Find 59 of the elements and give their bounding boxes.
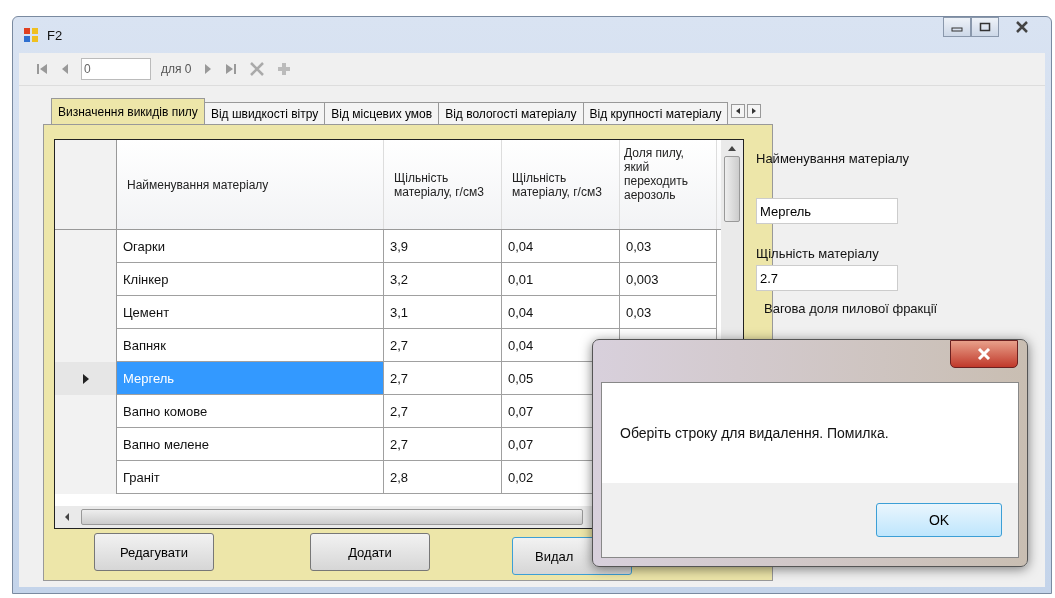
table-cell[interactable]: 3,9 bbox=[384, 230, 502, 263]
table-cell[interactable]: 0,03 bbox=[620, 230, 717, 263]
position-field[interactable]: 0 bbox=[81, 58, 151, 80]
window-title: F2 bbox=[47, 27, 63, 43]
table-cell[interactable]: 3,2 bbox=[384, 263, 502, 296]
table-cell[interactable]: Огарки bbox=[117, 230, 384, 263]
delete-icon[interactable] bbox=[247, 60, 266, 78]
table-cell[interactable]: 0,04 bbox=[502, 296, 620, 329]
close-icon bbox=[977, 348, 991, 360]
first-record-icon[interactable] bbox=[35, 62, 49, 76]
scroll-left-icon[interactable] bbox=[63, 512, 71, 522]
close-button[interactable] bbox=[950, 340, 1018, 368]
table-cell[interactable]: 0,01 bbox=[502, 263, 620, 296]
record-count: для 0 bbox=[161, 62, 192, 76]
ok-button[interactable]: OK bbox=[876, 503, 1002, 537]
current-row-icon bbox=[81, 373, 90, 384]
tab[interactable]: Від місцевих умов bbox=[324, 102, 440, 124]
close-icon[interactable] bbox=[1015, 21, 1029, 33]
column-header[interactable]: Щільність матеріалу, г/см3 bbox=[384, 140, 502, 229]
dialog-message: Оберіть строку для видалення. Помилка. bbox=[620, 425, 889, 441]
field-label: Найменування матеріалу bbox=[756, 151, 910, 166]
table-cell[interactable]: Клінкер bbox=[117, 263, 384, 296]
scroll-thumb[interactable] bbox=[81, 509, 583, 525]
column-header[interactable]: Доля пилу, який переходить аерозоль bbox=[620, 140, 717, 229]
last-record-icon[interactable] bbox=[223, 62, 238, 76]
maximize-button[interactable] bbox=[971, 17, 999, 37]
tab[interactable]: Від вологості матеріалу bbox=[438, 102, 584, 124]
table-cell[interactable]: 2,7 bbox=[384, 428, 502, 461]
app-icon bbox=[23, 27, 39, 43]
table-cell[interactable]: 3,1 bbox=[384, 296, 502, 329]
action-button[interactable]: Редагувати bbox=[94, 533, 214, 571]
table-cell[interactable]: Вапно мелене bbox=[117, 428, 384, 461]
table-cell[interactable]: 0,03 bbox=[620, 296, 717, 329]
input-field[interactable]: 2.7 bbox=[756, 265, 898, 291]
table-cell[interactable]: 2,7 bbox=[384, 329, 502, 362]
action-button[interactable]: Додати bbox=[310, 533, 430, 571]
maximize-icon bbox=[979, 22, 991, 32]
scroll-up-icon[interactable] bbox=[727, 144, 737, 152]
table-cell[interactable]: Граніт bbox=[117, 461, 384, 494]
scroll-thumb[interactable] bbox=[724, 156, 740, 222]
add-icon[interactable] bbox=[275, 61, 292, 77]
table-cell[interactable]: 2,8 bbox=[384, 461, 502, 494]
tab[interactable]: Від крупності матеріалу bbox=[582, 102, 729, 124]
column-header[interactable]: Найменування матеріалу bbox=[117, 140, 384, 229]
table-cell[interactable]: Цемент bbox=[117, 296, 384, 329]
row-header[interactable] bbox=[55, 362, 117, 395]
table-cell[interactable]: 2,7 bbox=[384, 395, 502, 428]
input-field[interactable]: Мергель bbox=[756, 198, 898, 224]
scroll-left-icon[interactable] bbox=[731, 104, 746, 118]
scroll-right-icon[interactable] bbox=[747, 104, 762, 118]
tab[interactable]: Від швидкості вітру bbox=[203, 102, 326, 124]
tab[interactable]: Визначення викидів пилу bbox=[51, 98, 205, 124]
table-cell[interactable]: 2,7 bbox=[384, 362, 502, 395]
table-cell[interactable]: Вапно комове bbox=[117, 395, 384, 428]
table-cell[interactable]: 0,003 bbox=[620, 263, 717, 296]
field-label: Щільність матеріалу bbox=[756, 246, 879, 261]
column-header[interactable]: Щільність матеріалу, г/см3 bbox=[502, 140, 620, 229]
table-cell[interactable]: 0,04 bbox=[502, 230, 620, 263]
field-label: Вагова доля пилової фракції bbox=[764, 301, 938, 316]
